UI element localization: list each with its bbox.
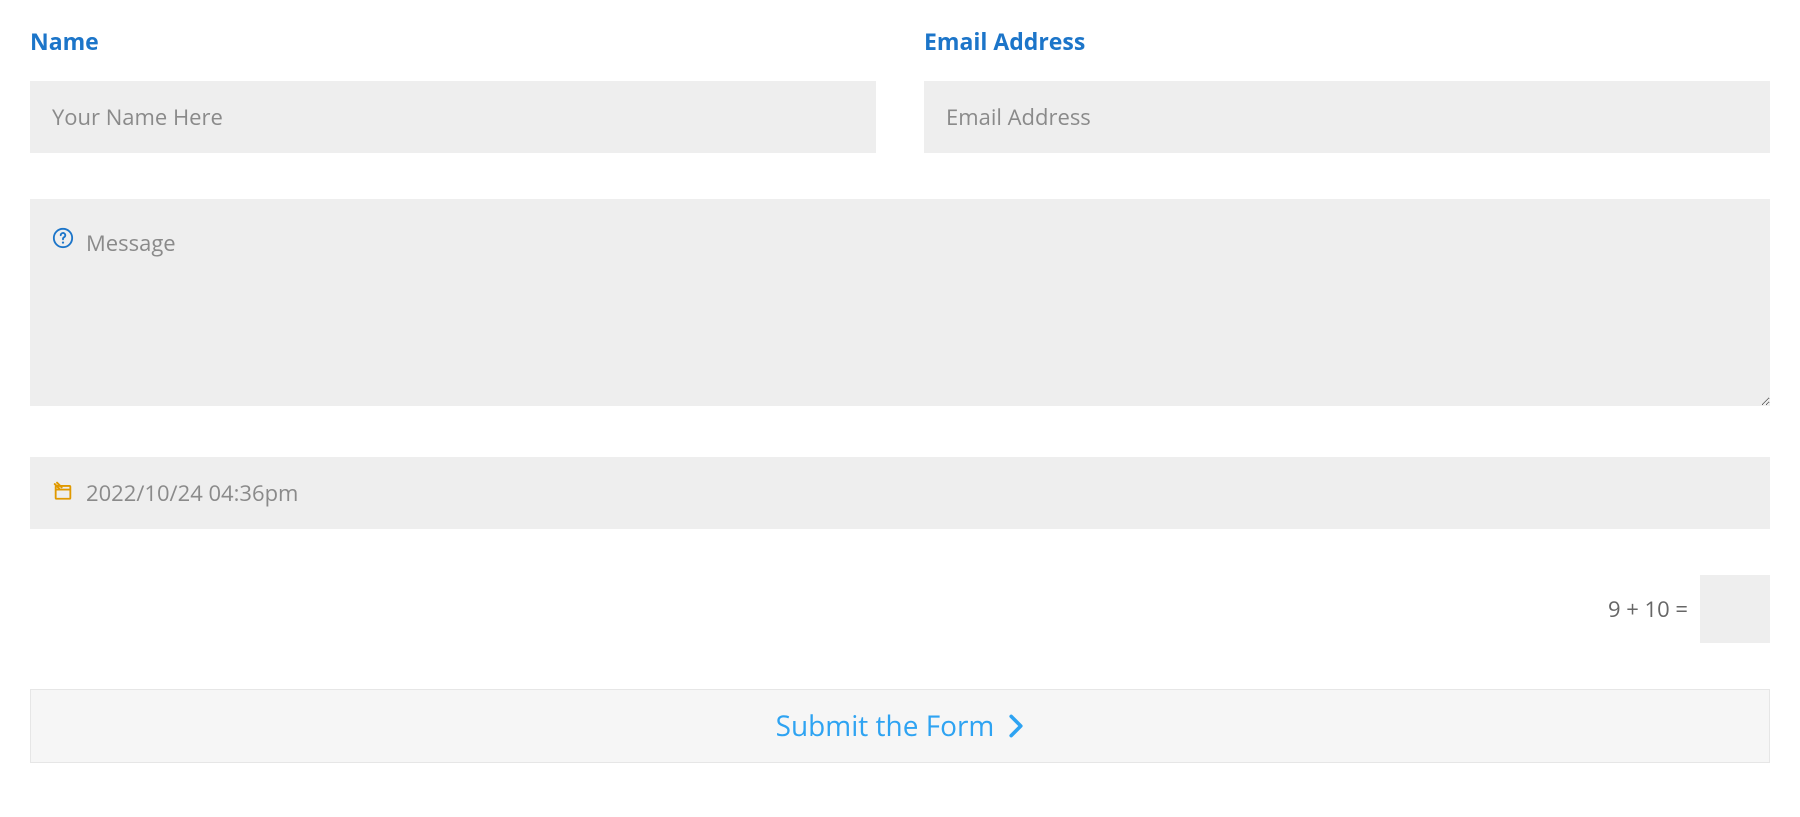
message-input[interactable] <box>30 199 1770 406</box>
email-input[interactable] <box>924 81 1770 153</box>
chevron-right-icon <box>1008 714 1024 738</box>
submit-button[interactable]: Submit the Form <box>30 689 1770 763</box>
row-name-email: Name Email Address <box>30 25 1770 153</box>
name-field-group: Name <box>30 25 876 153</box>
email-label: Email Address <box>924 25 1770 57</box>
contact-form: Name Email Address <box>30 25 1770 763</box>
captcha-question: 9 + 10 = <box>1608 594 1688 624</box>
name-input[interactable] <box>30 81 876 153</box>
captcha-group: 9 + 10 = <box>30 575 1770 643</box>
email-field-group: Email Address <box>924 25 1770 153</box>
submit-button-label: Submit the Form <box>776 707 995 745</box>
captcha-input[interactable] <box>1700 575 1770 643</box>
date-field-group <box>30 457 1770 529</box>
date-input[interactable] <box>30 457 1770 529</box>
name-label: Name <box>30 25 876 57</box>
message-field-group <box>30 199 1770 411</box>
